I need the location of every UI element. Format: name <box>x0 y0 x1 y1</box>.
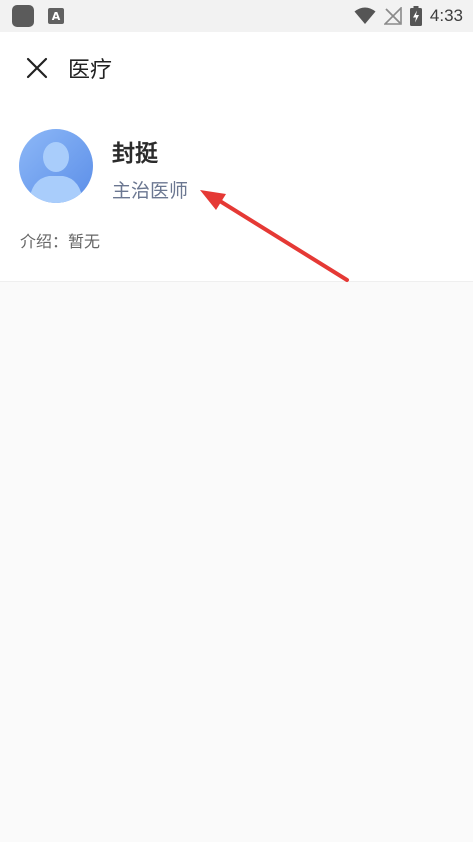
app-header: 医疗 <box>0 32 473 104</box>
doctor-introduction: 介绍：暂无 <box>20 232 101 251</box>
doctor-profile-card: 封挺 主治医师 介绍：暂无 <box>0 104 473 282</box>
battery-charging-icon <box>409 6 422 26</box>
status-bar: A 4:33 <box>0 0 473 32</box>
doctor-title: 主治医师 <box>112 180 189 202</box>
wifi-icon <box>354 7 376 24</box>
close-button[interactable] <box>22 53 52 83</box>
avatar <box>19 129 93 203</box>
close-icon <box>26 57 48 79</box>
doctor-name: 封挺 <box>112 141 158 167</box>
app-icon <box>12 5 34 27</box>
page-title: 医疗 <box>68 58 113 83</box>
clock: 4:33 <box>429 6 463 25</box>
no-signal-icon <box>383 7 402 25</box>
text-app-icon: A <box>48 8 64 24</box>
